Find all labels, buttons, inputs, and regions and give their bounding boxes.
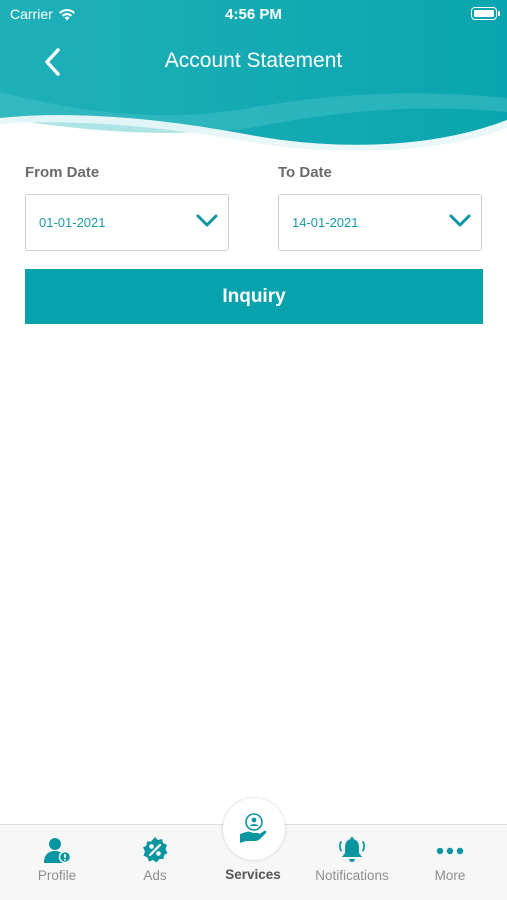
percent-badge-icon (143, 837, 168, 863)
status-bar: Carrier 4:56 PM (0, 0, 507, 28)
services-hand-icon (240, 813, 267, 843)
inquiry-button[interactable]: Inquiry (25, 269, 483, 324)
header: Carrier 4:56 PM Account Statement (0, 0, 507, 150)
services-center-button[interactable] (223, 798, 285, 860)
chevron-down-icon (196, 214, 218, 227)
more-dots-icon (436, 847, 464, 855)
to-date-value: 14-01-2021 (292, 215, 359, 230)
battery-icon (471, 7, 500, 20)
from-date-select[interactable]: 01-01-2021 (25, 194, 229, 251)
bell-icon (338, 837, 366, 862)
tab-ads-label: Ads (143, 868, 167, 883)
status-time: 4:56 PM (225, 6, 282, 23)
tab-more[interactable]: More (400, 825, 500, 900)
tab-more-label: More (434, 868, 466, 883)
tab-notifications-label: Notifications (315, 868, 389, 883)
to-date-label: To Date (278, 164, 332, 181)
from-date-label: From Date (25, 164, 100, 181)
from-date-value: 01-01-2021 (39, 215, 106, 230)
tab-ads[interactable]: Ads (105, 825, 205, 900)
to-date-select[interactable]: 14-01-2021 (278, 194, 482, 251)
tab-profile[interactable]: Profile (7, 825, 107, 900)
chevron-down-icon (449, 214, 471, 227)
tab-profile-label: Profile (37, 868, 77, 883)
page-title: Account Statement (164, 49, 343, 72)
profile-icon (44, 838, 71, 864)
tab-services-label: Services (225, 867, 281, 882)
tab-notifications[interactable]: Notifications (302, 825, 402, 900)
